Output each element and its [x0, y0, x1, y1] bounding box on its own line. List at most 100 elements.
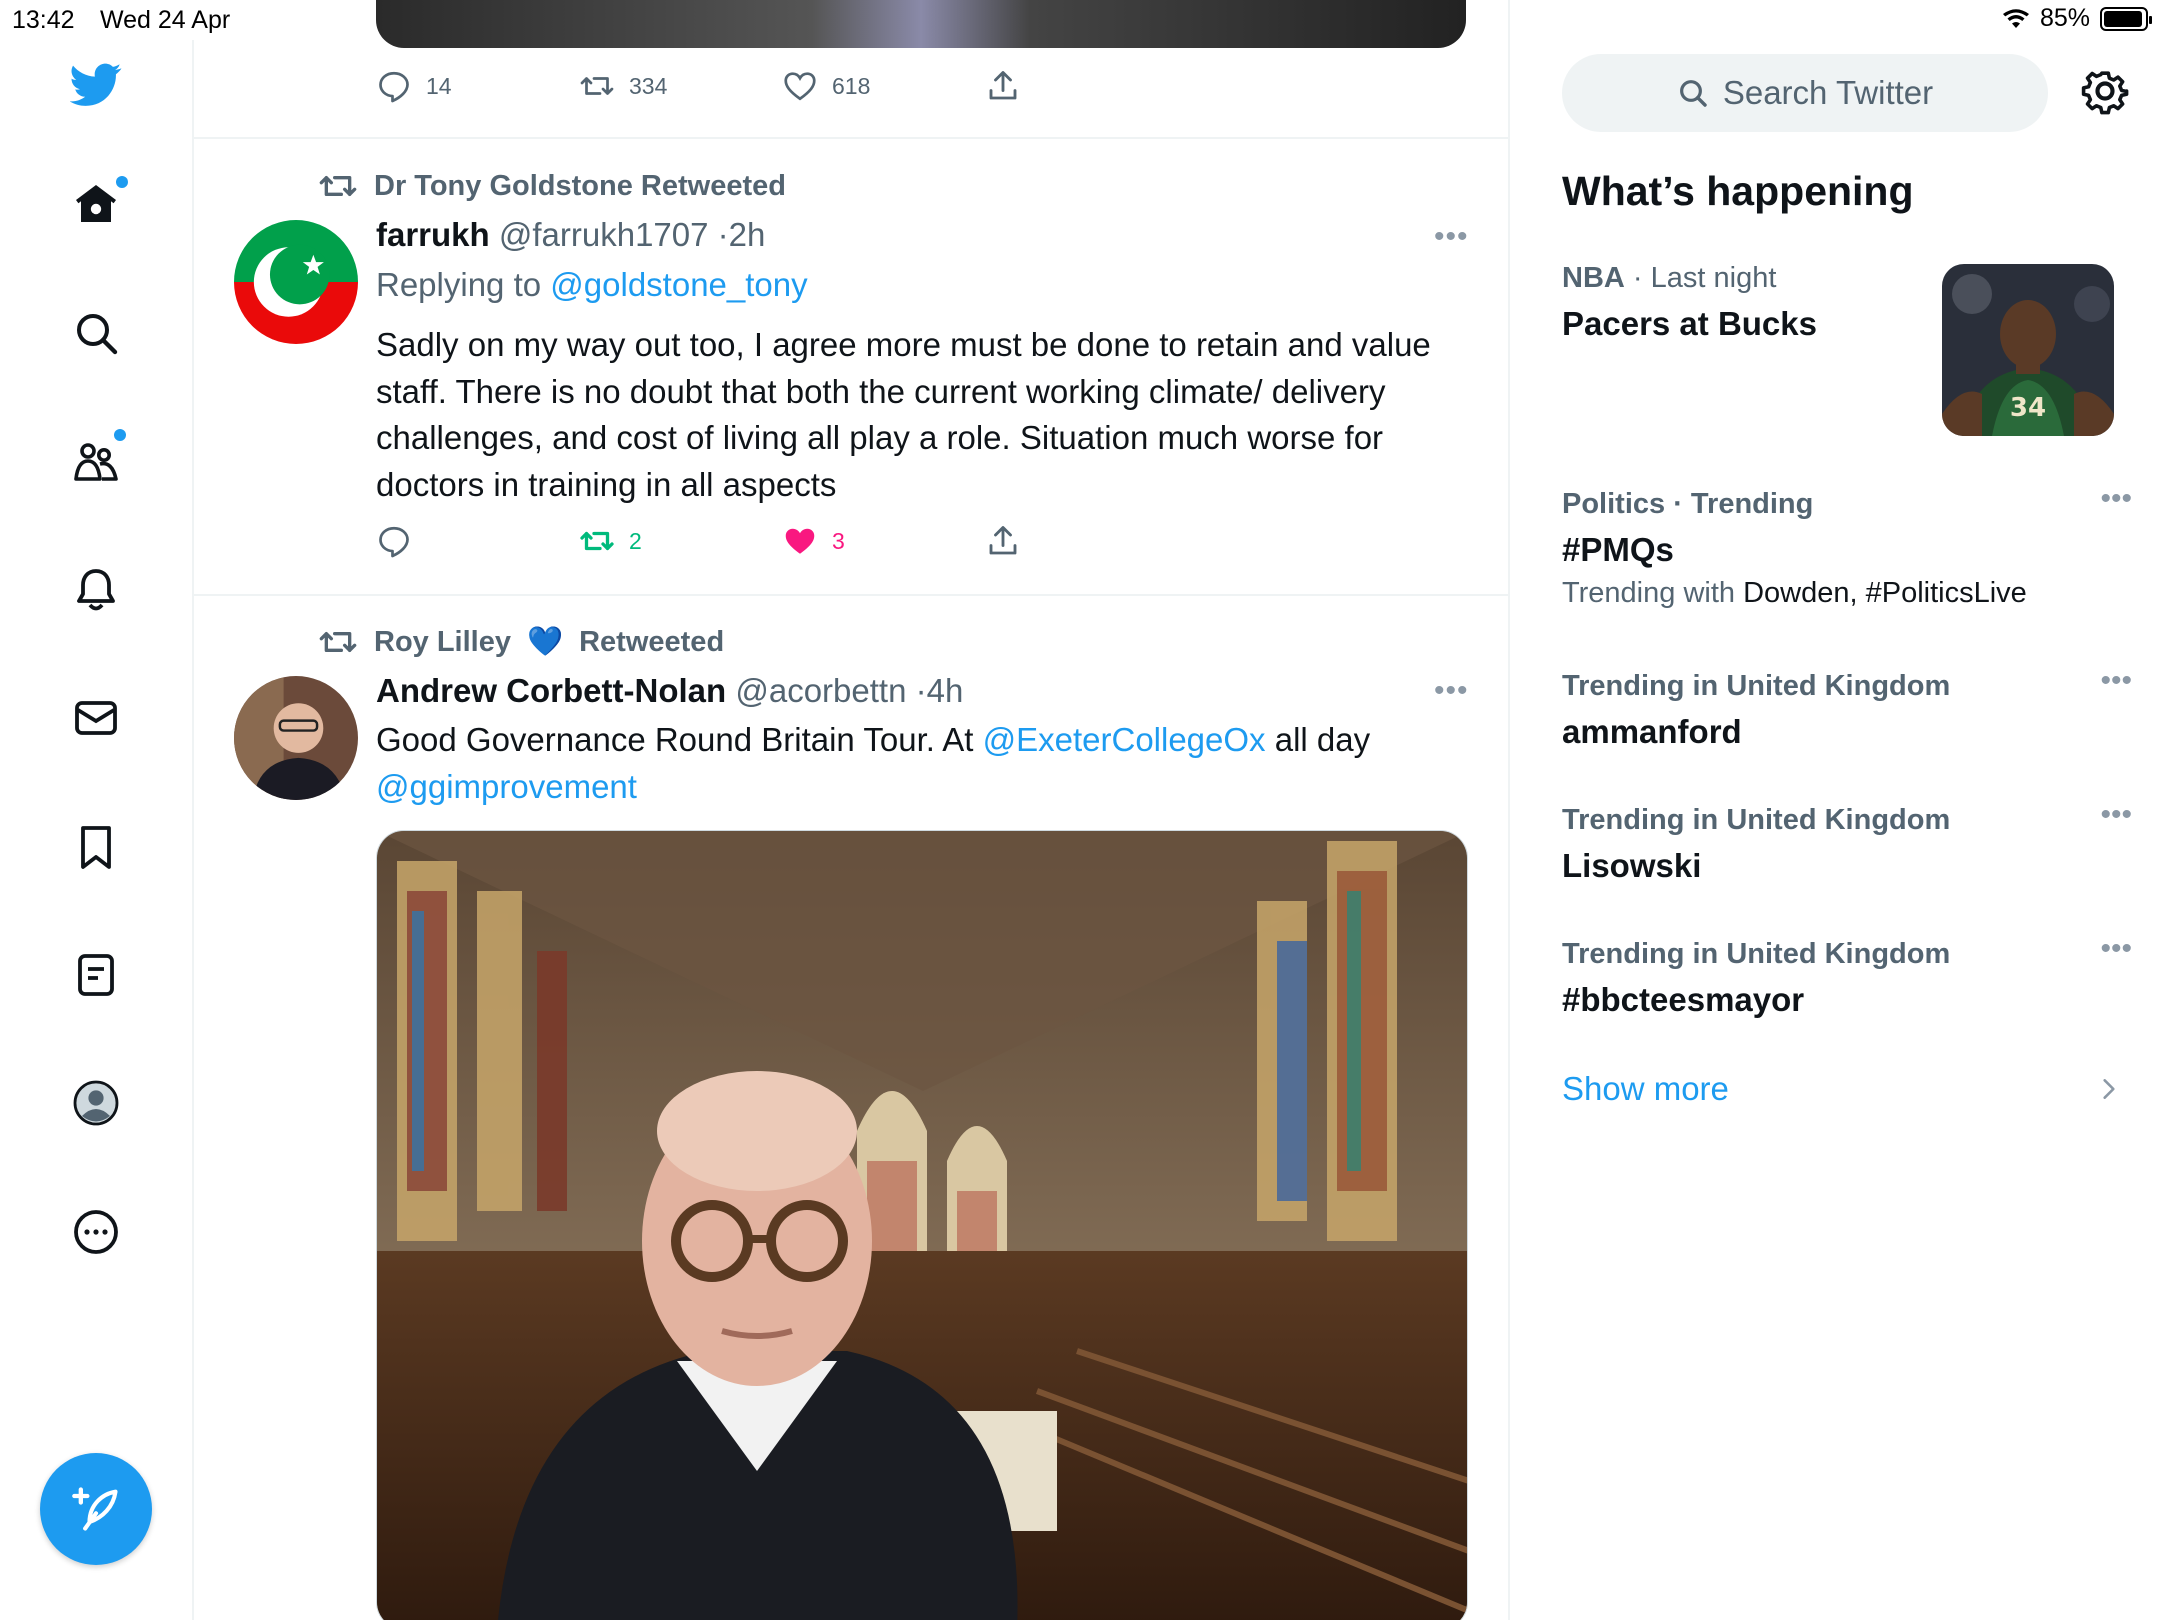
mention-link[interactable]: @ExeterCollegeOx — [983, 721, 1266, 758]
trend-item[interactable]: Trending in United Kingdom #bbcteesmayor… — [1562, 932, 2132, 1019]
trend-sub-prefix: Trending with — [1562, 577, 1736, 609]
retweeted-by-text: Dr Tony Goldstone Retweeted — [374, 169, 786, 202]
twitter-logo-icon[interactable] — [52, 40, 140, 128]
trend-context: Trending in United Kingdom — [1562, 670, 1951, 702]
previous-tweet-actions: 14 334 618 — [376, 68, 1188, 104]
settings-gear-icon[interactable] — [2080, 66, 2130, 116]
trend-title: #PMQs — [1562, 531, 1674, 568]
trend-title: Lisowski — [1562, 847, 1702, 884]
tweet-header: farrukh @farrukh1707 ·2h — [376, 216, 765, 254]
tweet-photo[interactable] — [376, 830, 1468, 1620]
compose-feather-icon — [72, 1487, 118, 1531]
tweet-text: Good Governance Round Britain Tour. At @… — [376, 717, 1476, 810]
user-photo-avatar-icon — [234, 676, 358, 800]
retweet-icon — [580, 77, 614, 95]
timeline-feed[interactable]: 14 334 618 Dr Tony Goldstone Retweeted f… — [194, 0, 1510, 1620]
reply-icon — [379, 526, 409, 558]
trend-thumbnail[interactable]: 34 — [1942, 264, 2114, 436]
pakistan-flag-avatar-icon — [234, 220, 358, 344]
author-name[interactable]: Andrew Corbett-Nolan — [376, 672, 726, 709]
search-input[interactable]: Search Twitter — [1562, 54, 2048, 132]
trend-more-options-icon[interactable]: ••• — [2100, 932, 2132, 966]
share-button[interactable] — [985, 68, 1188, 104]
trend-context: Trending in United Kingdom — [1562, 804, 1951, 836]
trend-context-bold: NBA — [1562, 262, 1625, 294]
trend-more-options-icon[interactable]: ••• — [2100, 798, 2132, 832]
trend-context: · Last night — [1632, 262, 1777, 294]
explore-icon[interactable] — [52, 289, 140, 377]
mention-link[interactable]: @ggimprovement — [376, 768, 637, 805]
replying-to-prefix: Replying to — [376, 266, 542, 303]
retweet-button[interactable]: 2 — [579, 523, 782, 559]
retweeted-by-name: Roy Lilley — [374, 625, 511, 658]
trend-more-options-icon[interactable]: ••• — [2100, 664, 2132, 698]
retweet-count: 2 — [629, 527, 642, 554]
tweet-text-prefix: Good Governance Round Britain Tour. At — [376, 721, 974, 758]
compose-tweet-button[interactable] — [40, 1453, 152, 1565]
home-notification-dot — [116, 176, 128, 188]
tweet-header: Andrew Corbett-Nolan @acorbettn ·4h — [376, 672, 963, 710]
profile-icon[interactable] — [52, 1059, 140, 1147]
like-button[interactable]: 618 — [782, 68, 985, 104]
search-placeholder: Search Twitter — [1722, 74, 1934, 111]
like-count: 3 — [832, 527, 845, 554]
battery-percent: 85% — [2039, 4, 2090, 32]
avatar[interactable] — [234, 676, 358, 800]
trend-item[interactable]: Politics · Trending #PMQs Trending with … — [1562, 482, 2132, 610]
tweet-text-mid: all day — [1274, 721, 1371, 758]
retweeted-by-label[interactable]: Dr Tony Goldstone Retweeted — [318, 166, 786, 206]
retweet-button[interactable]: 334 — [579, 68, 782, 104]
wifi-icon — [2002, 8, 2029, 28]
lists-icon[interactable] — [52, 931, 140, 1019]
trend-item[interactable]: Trending in United Kingdom Lisowski ••• — [1562, 798, 2132, 885]
communities-icon[interactable] — [52, 417, 140, 505]
reply-icon — [379, 71, 409, 103]
tweet-more-options-icon[interactable]: ••• — [1434, 674, 1469, 708]
trend-context: Politics · Trending — [1562, 488, 1814, 520]
search-icon — [1679, 80, 1707, 107]
home-icon[interactable] — [52, 160, 140, 248]
status-right: 85% — [2002, 4, 2152, 33]
tweet-time[interactable]: 4h — [927, 672, 964, 709]
right-sidebar: Search Twitter What’s happening NBA · La… — [1510, 40, 2160, 1620]
tweet-time[interactable]: 2h — [729, 216, 766, 253]
messages-icon[interactable] — [52, 674, 140, 762]
whats-happening-title: What’s happening — [1562, 168, 1914, 214]
chevron-right-icon[interactable] — [2096, 1076, 2122, 1102]
retweeted-by-label[interactable]: Roy Lilley 💙 Retweeted — [318, 622, 724, 662]
tweet-divider — [194, 137, 1508, 139]
reply-button[interactable] — [376, 523, 579, 559]
svg-text:34: 34 — [2010, 393, 2046, 423]
retweet-icon — [319, 176, 357, 196]
author-handle[interactable]: @farrukh1707 — [499, 216, 709, 253]
share-icon — [989, 71, 1017, 100]
tweet-more-options-icon[interactable]: ••• — [1434, 220, 1469, 254]
previous-tweet-media[interactable] — [376, 0, 1466, 48]
share-button[interactable] — [985, 523, 1188, 559]
more-options-icon[interactable] — [52, 1188, 140, 1276]
reply-button[interactable]: 14 — [376, 68, 579, 104]
bookmarks-icon[interactable] — [52, 803, 140, 891]
trend-title: ammanford — [1562, 713, 1742, 750]
trend-title: #bbcteesmayor — [1562, 981, 1805, 1018]
retweet-icon — [580, 531, 614, 551]
show-more-link[interactable]: Show more — [1562, 1070, 1729, 1108]
blue-heart-emoji: 💙 — [527, 626, 564, 658]
replying-to: Replying to @goldstone_tony — [376, 266, 808, 304]
author-name[interactable]: farrukh — [376, 216, 490, 253]
trend-more-options-icon[interactable]: ••• — [2100, 482, 2132, 516]
notifications-icon[interactable] — [52, 546, 140, 634]
separator-dot: · — [915, 672, 927, 709]
tweet-divider — [194, 594, 1508, 596]
author-handle[interactable]: @acorbettn — [735, 672, 906, 709]
left-nav — [0, 40, 194, 1620]
trend-item[interactable]: Trending in United Kingdom ammanford ••• — [1562, 664, 2132, 751]
avatar[interactable] — [234, 220, 358, 344]
trend-sub-rest: Dowden, #PoliticsLive — [1743, 577, 2027, 609]
replying-to-handle[interactable]: @goldstone_tony — [550, 266, 807, 303]
like-button[interactable]: 3 — [782, 523, 985, 559]
heart-icon — [784, 72, 816, 101]
reply-count: 14 — [426, 72, 452, 99]
status-time: 13:42 — [12, 6, 75, 34]
basketball-player-image: 34 — [1942, 264, 2114, 436]
